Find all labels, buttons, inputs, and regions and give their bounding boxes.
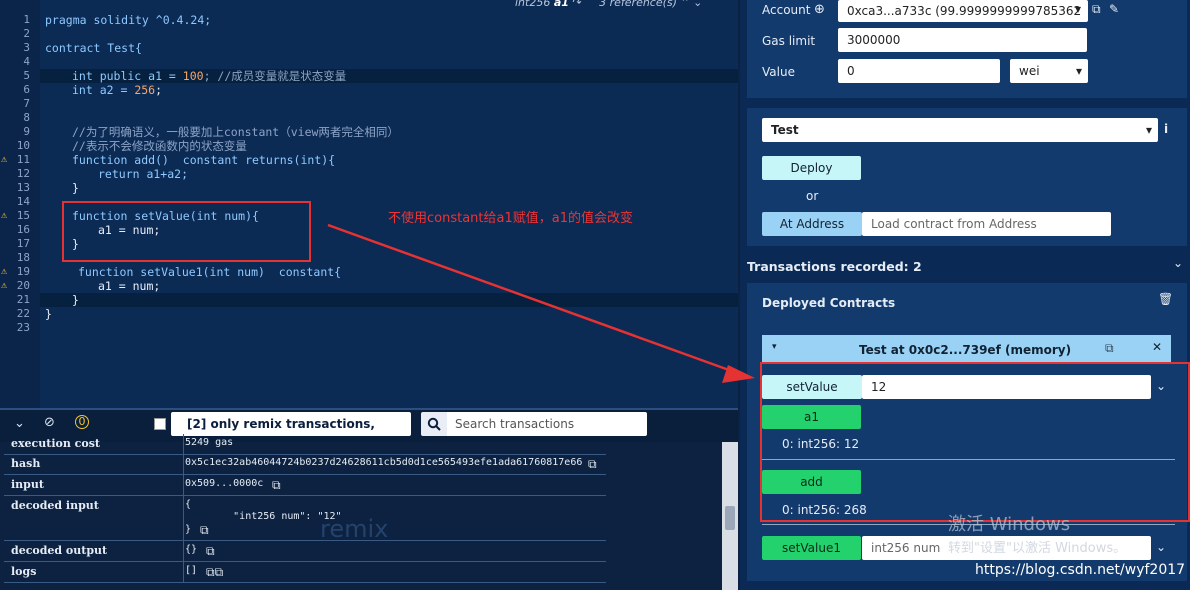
- tx-recorded-label: Transactions recorded: 2: [747, 259, 922, 274]
- line-number: 12: [16, 167, 30, 180]
- line-number: 21: [16, 293, 30, 306]
- line-number: 5: [23, 69, 30, 82]
- listen-checkbox[interactable]: [154, 418, 166, 430]
- line-number: 16: [16, 223, 30, 236]
- caret-down-icon: ▾: [1145, 123, 1152, 137]
- table-row: logs[] ⧉⧉: [4, 562, 606, 583]
- line-number: 2: [23, 27, 30, 40]
- line-number: 22: [16, 307, 30, 320]
- windows-activation-title: 激活 Windows: [948, 514, 1071, 535]
- gas-limit-input[interactable]: 3000000: [838, 28, 1087, 52]
- code-line-19: function setValue1(int num) constant{: [78, 265, 342, 279]
- line-number: 8: [23, 111, 30, 124]
- warning-icon[interactable]: ⚠: [1, 209, 7, 223]
- chevron-down-icon[interactable]: ⌄: [1173, 256, 1183, 270]
- blog-url-watermark: https://blog.csdn.net/wyf2017: [975, 562, 1186, 578]
- line-number: 17: [16, 237, 30, 250]
- warning-icon[interactable]: ⚠: [1, 265, 7, 279]
- code-line-9: //为了明确语义，一般要加上constant（view两者完全相同）: [72, 125, 399, 139]
- line-number: 23: [16, 321, 30, 334]
- value-input[interactable]: 0: [838, 59, 1000, 83]
- unit-select[interactable]: wei ▾: [1010, 59, 1088, 83]
- line-number: 3: [23, 41, 30, 54]
- line-number: 18: [16, 251, 30, 264]
- line-number: 6: [23, 83, 30, 96]
- code-line-10: //表示不会修改函数内的状态变量: [72, 139, 247, 153]
- clear-terminal-icon[interactable]: ⊘: [44, 415, 55, 430]
- account-label: Account: [762, 3, 811, 17]
- table-row: execution cost 5249 gas: [4, 434, 606, 455]
- highlight-box-setvalue: [62, 201, 311, 262]
- line-number: 10: [16, 139, 30, 152]
- code-line-23: }: [45, 307, 52, 321]
- edit-icon[interactable]: ✎: [1109, 2, 1119, 16]
- add-account-icon[interactable]: ⊕: [814, 2, 825, 17]
- line-number: 7: [23, 97, 30, 110]
- gas-limit-label: Gas limit: [762, 34, 816, 48]
- trash-icon[interactable]: 🗑: [1158, 292, 1173, 306]
- scrollbar-thumb[interactable]: [725, 506, 735, 530]
- at-address-button[interactable]: At Address: [762, 212, 862, 236]
- caret-down-icon: ▾: [1075, 64, 1082, 78]
- contract-select[interactable]: Test ▾: [762, 118, 1158, 142]
- deploy-button[interactable]: Deploy: [762, 156, 861, 180]
- line-number: 4: [23, 55, 30, 68]
- pending-tx-badge[interactable]: 0: [75, 415, 89, 429]
- line-number: 14: [16, 195, 30, 208]
- setvalue1-button[interactable]: setValue1: [762, 536, 861, 560]
- highlight-line-21: [40, 293, 738, 307]
- collapse-terminal-icon[interactable]: ⌄: [14, 416, 25, 431]
- chevron-down-icon[interactable]: ⌄: [1156, 540, 1166, 554]
- copy-icon[interactable]: ⧉⧉: [206, 565, 223, 580]
- info-icon[interactable]: i: [1164, 122, 1168, 136]
- table-row: hash 0x5c1ec32ab46044724b0237d24628611cb5…: [4, 454, 606, 475]
- code-line-21: }: [72, 293, 79, 307]
- windows-activation-hint: 转到"设置"以激活 Windows。: [948, 541, 1127, 556]
- deployed-contracts-title: Deployed Contracts: [762, 296, 896, 310]
- account-select[interactable]: 0xca3...a733c (99.9999999999785362: [838, 0, 1088, 22]
- code-line-20: a1 = num;: [98, 279, 161, 293]
- line-number: 13: [16, 181, 30, 194]
- code-line-12: return a1+a2;: [98, 167, 189, 181]
- code-line-13: }: [72, 181, 79, 195]
- line-number: 1: [23, 13, 30, 26]
- table-row: decoded output{} ⧉: [4, 541, 606, 562]
- close-icon[interactable]: ✕: [1152, 340, 1162, 354]
- highlight-box-results: [760, 362, 1190, 522]
- code-editor[interactable]: int256 a1 ↷ 3 reference(s) ⌃ ⌄ 123456789…: [0, 0, 738, 408]
- code-line-3: contract Test{: [45, 41, 142, 55]
- reference-hint: int256 a1 ↷ 3 reference(s) ⌃ ⌄: [515, 0, 703, 9]
- load-address-input[interactable]: Load contract from Address: [862, 212, 1111, 236]
- or-label: or: [806, 189, 819, 203]
- copy-address-icon[interactable]: ⧉: [1105, 341, 1114, 356]
- search-icon[interactable]: [421, 412, 447, 436]
- annotation-text: 不使用constant给a1赋值，a1的值会改变: [388, 211, 633, 226]
- code-line-1: pragma solidity ^0.4.24;: [45, 13, 212, 27]
- table-row: input 0x509...0000c ⧉: [4, 475, 606, 496]
- table-row: decoded input{ "int256 num": "12"} ⧉: [4, 496, 606, 541]
- code-line-5: int public a1 = 100; //成员变量就是状态变量: [72, 69, 347, 83]
- filter-select[interactable]: [2] only remix transactions, script ▾: [171, 412, 411, 455]
- value-label: Value: [762, 65, 795, 79]
- code-line-11: function add() constant returns(int){: [72, 153, 336, 167]
- instance-title: Test at 0x0c2...739ef (memory): [859, 343, 1072, 357]
- warning-icon[interactable]: ⚠: [1, 153, 7, 167]
- warning-icon[interactable]: ⚠: [1, 279, 7, 293]
- copy-icon[interactable]: ⧉: [588, 457, 597, 472]
- copy-icon[interactable]: ⧉: [206, 544, 215, 559]
- line-number: 9: [23, 125, 30, 138]
- caret-down-icon: ▾: [1075, 2, 1082, 16]
- search-transactions-input[interactable]: Search transactions: [447, 412, 647, 436]
- copy-icon[interactable]: ⧉: [200, 523, 209, 538]
- copy-account-icon[interactable]: ⧉: [1092, 2, 1101, 17]
- copy-icon[interactable]: ⧉: [272, 478, 281, 493]
- caret-down-icon[interactable]: ▾: [772, 342, 777, 352]
- code-line-6: int a2 = 256;: [72, 83, 163, 97]
